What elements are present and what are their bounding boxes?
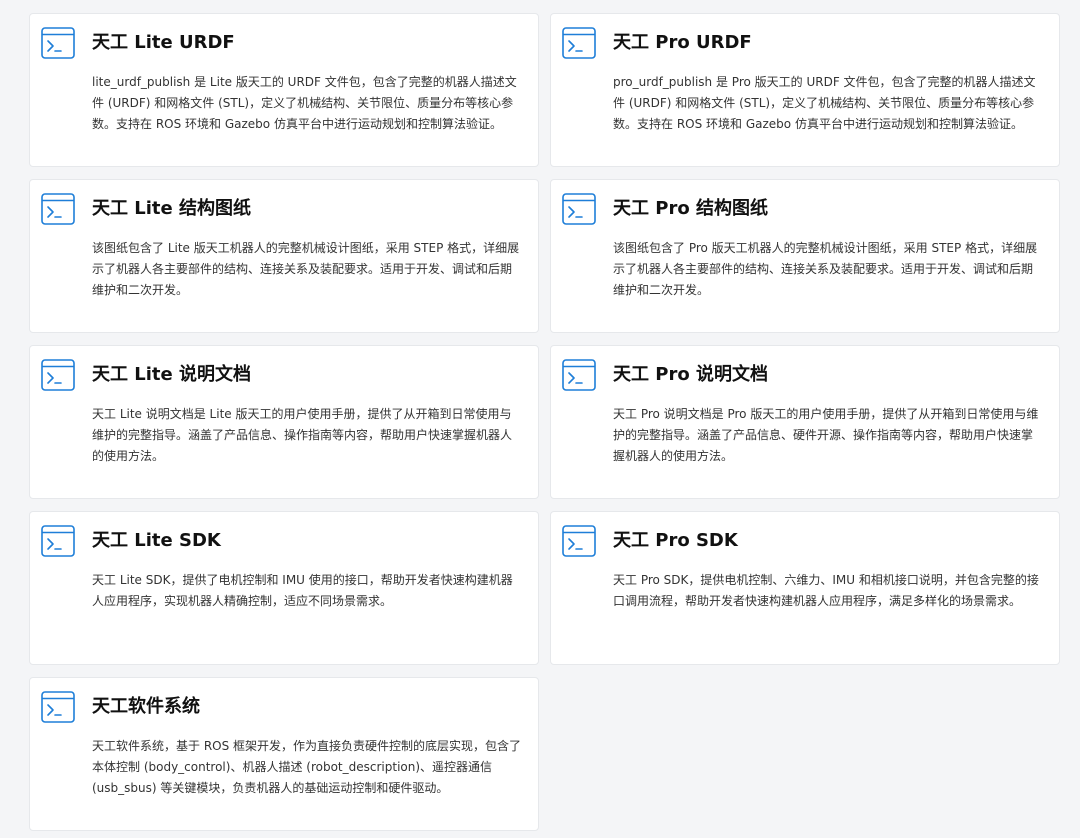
- card-title: 天工 Lite SDK: [92, 530, 221, 551]
- card-description: pro_urdf_publish 是 Pro 版天工的 URDF 文件包，包含了…: [613, 75, 1036, 131]
- card-description: 该图纸包含了 Pro 版天工机器人的完整机械设计图纸，采用 STEP 格式，详细…: [613, 241, 1038, 297]
- card-lite-urdf[interactable]: 天工 Lite URDF lite_urdf_publish 是 Lite 版天…: [29, 13, 539, 167]
- card-pro-drawings[interactable]: 天工 Pro 结构图纸 该图纸包含了 Pro 版天工机器人的完整机械设计图纸，采…: [550, 179, 1060, 333]
- card-description: 天工 Lite 说明文档是 Lite 版天工的用户使用手册，提供了从开箱到日常使…: [92, 407, 513, 463]
- card-title: 天工 Pro SDK: [613, 530, 738, 551]
- card-software-system[interactable]: 天工软件系统 天工软件系统，基于 ROS 框架开发，作为直接负责硬件控制的底层实…: [29, 677, 539, 831]
- card-title: 天工软件系统: [92, 696, 200, 717]
- terminal-icon: [41, 193, 75, 225]
- card-lite-manual[interactable]: 天工 Lite 说明文档 天工 Lite 说明文档是 Lite 版天工的用户使用…: [29, 345, 539, 499]
- card-pro-sdk[interactable]: 天工 Pro SDK 天工 Pro SDK，提供电机控制、六维力、IMU 和相机…: [550, 511, 1060, 665]
- card-description: 天工软件系统，基于 ROS 框架开发，作为直接负责硬件控制的底层实现，包含了本体…: [92, 739, 522, 795]
- terminal-icon: [41, 525, 75, 557]
- card-pro-manual[interactable]: 天工 Pro 说明文档 天工 Pro 说明文档是 Pro 版天工的用户使用手册，…: [550, 345, 1060, 499]
- card-lite-drawings[interactable]: 天工 Lite 结构图纸 该图纸包含了 Lite 版天工机器人的完整机械设计图纸…: [29, 179, 539, 333]
- card-title: 天工 Lite 说明文档: [92, 364, 251, 385]
- card-title: 天工 Pro 说明文档: [613, 364, 768, 385]
- terminal-icon: [562, 193, 596, 225]
- terminal-icon: [562, 359, 596, 391]
- terminal-icon: [41, 359, 75, 391]
- card-title: 天工 Pro 结构图纸: [613, 198, 768, 219]
- card-title: 天工 Lite URDF: [92, 32, 235, 53]
- card-pro-urdf[interactable]: 天工 Pro URDF pro_urdf_publish 是 Pro 版天工的 …: [550, 13, 1060, 167]
- card-title: 天工 Lite 结构图纸: [92, 198, 251, 219]
- terminal-icon: [562, 525, 596, 557]
- card-description: 天工 Lite SDK，提供了电机控制和 IMU 使用的接口，帮助开发者快速构建…: [92, 573, 513, 608]
- card-description: 天工 Pro SDK，提供电机控制、六维力、IMU 和相机接口说明，并包含完整的…: [613, 573, 1039, 608]
- card-lite-sdk[interactable]: 天工 Lite SDK 天工 Lite SDK，提供了电机控制和 IMU 使用的…: [29, 511, 539, 665]
- card-description: 天工 Pro 说明文档是 Pro 版天工的用户使用手册，提供了从开箱到日常使用与…: [613, 407, 1039, 463]
- terminal-icon: [562, 27, 596, 59]
- resource-card-grid: 天工 Lite URDF lite_urdf_publish 是 Lite 版天…: [0, 0, 1080, 838]
- card-description: 该图纸包含了 Lite 版天工机器人的完整机械设计图纸，采用 STEP 格式，详…: [92, 241, 520, 297]
- terminal-icon: [41, 691, 75, 723]
- terminal-icon: [41, 27, 75, 59]
- card-title: 天工 Pro URDF: [613, 32, 752, 53]
- card-description: lite_urdf_publish 是 Lite 版天工的 URDF 文件包，包…: [92, 75, 517, 131]
